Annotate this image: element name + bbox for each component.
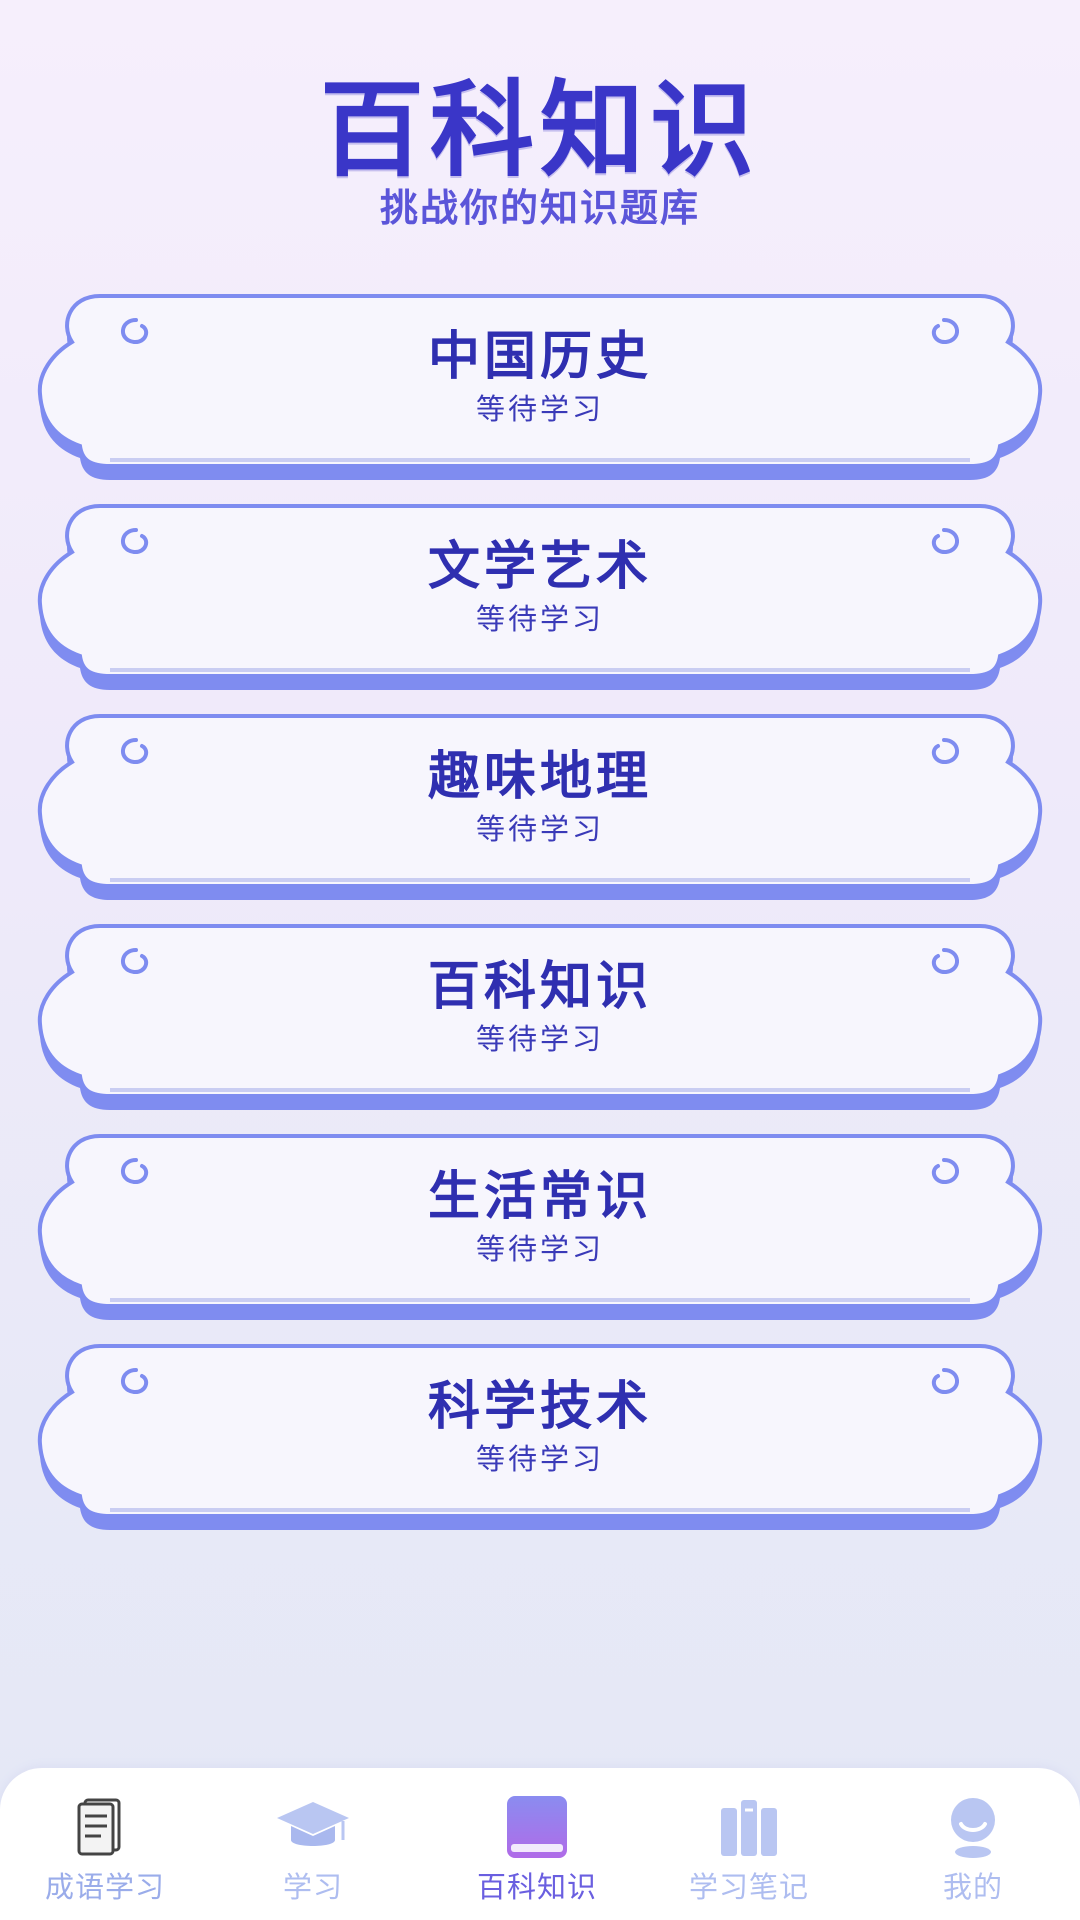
tab-encyclopedia[interactable]: 百科知识 <box>432 1768 642 1920</box>
category-card-life-tips[interactable]: 生活常识 等待学习 <box>37 1130 1043 1322</box>
category-title: 中国历史 <box>427 327 652 387</box>
category-status: 等待学习 <box>475 392 604 426</box>
books-icon <box>721 1800 777 1856</box>
bottom-tab-bar: 成语学习 学习 百科知识 学习笔记 我的 <box>0 1768 1080 1920</box>
category-title: 百科知识 <box>427 957 652 1017</box>
category-status: 等待学习 <box>475 1232 604 1266</box>
category-list: 中国历史 等待学习 文学艺术 等待学习 趣味地理 等待学习 百科知识 等待学习 … <box>37 290 1043 1550</box>
tab-study-notes[interactable]: 学习笔记 <box>644 1768 854 1920</box>
category-card-geography[interactable]: 趣味地理 等待学习 <box>37 710 1043 902</box>
category-card-encyclopedia[interactable]: 百科知识 等待学习 <box>37 920 1043 1112</box>
category-card-history[interactable]: 中国历史 等待学习 <box>37 290 1043 482</box>
page-title: 百科知识 <box>319 69 760 191</box>
category-title: 趣味地理 <box>427 747 652 807</box>
page-subtitle: 挑战你的知识题库 <box>379 186 700 230</box>
category-title: 文学艺术 <box>427 537 652 597</box>
tab-label: 学习 <box>282 1870 343 1904</box>
tab-label: 我的 <box>942 1870 1003 1904</box>
document-icon <box>77 1798 121 1856</box>
category-card-literature-art[interactable]: 文学艺术 等待学习 <box>37 500 1043 692</box>
tab-profile[interactable]: 我的 <box>868 1768 1078 1920</box>
tab-label: 百科知识 <box>476 1870 597 1904</box>
tab-label: 学习笔记 <box>688 1870 809 1904</box>
category-title: 生活常识 <box>427 1167 652 1227</box>
tab-label: 成语学习 <box>44 1870 165 1904</box>
tab-study[interactable]: 学习 <box>208 1768 418 1920</box>
graduation-cap-icon <box>277 1802 349 1846</box>
tab-idiom-learning[interactable]: 成语学习 <box>0 1768 210 1920</box>
category-status: 等待学习 <box>475 812 604 846</box>
category-status: 等待学习 <box>475 602 604 636</box>
category-status: 等待学习 <box>475 1022 604 1056</box>
book-icon <box>507 1796 567 1858</box>
category-title: 科学技术 <box>427 1377 652 1437</box>
category-card-science-tech[interactable]: 科学技术 等待学习 <box>37 1340 1043 1532</box>
user-icon <box>951 1798 995 1858</box>
category-status: 等待学习 <box>475 1442 604 1476</box>
